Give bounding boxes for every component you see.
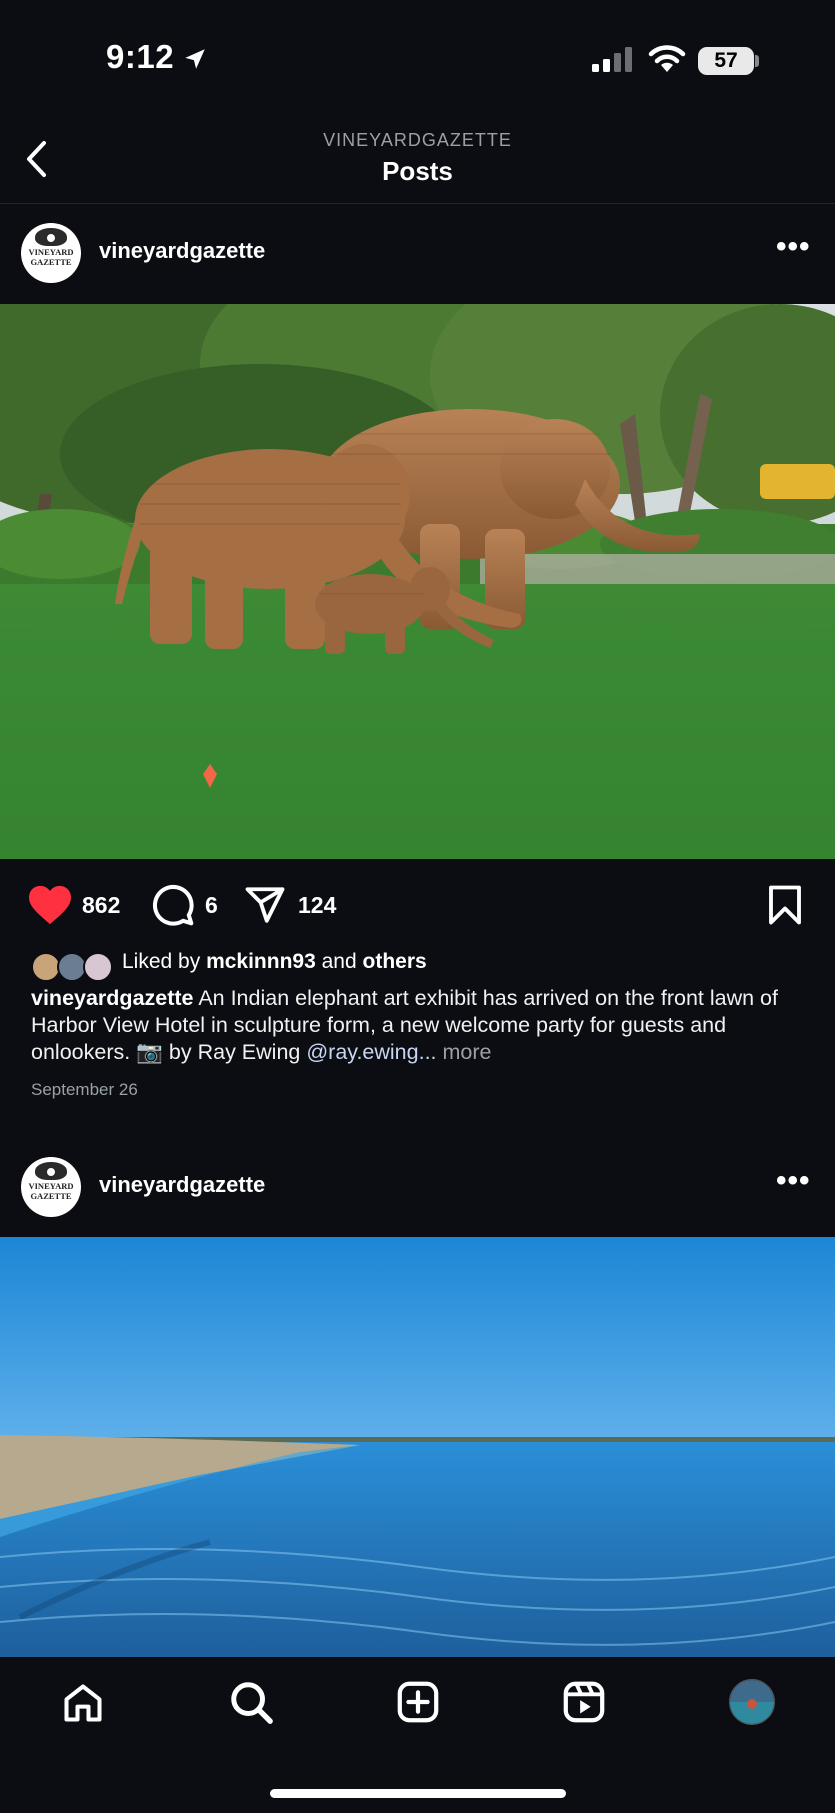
status-time: 9:12 — [106, 38, 175, 75]
caption-more-link[interactable]: more — [443, 1040, 492, 1064]
battery-tip — [755, 55, 759, 67]
elephant-sculptures-photo — [0, 304, 835, 859]
post-date: September 26 — [31, 1080, 138, 1099]
paper-plane-icon[interactable] — [244, 884, 286, 926]
caption-mention-link[interactable]: @ray.ewing — [306, 1040, 418, 1064]
post-more-icon[interactable]: ••• — [776, 1164, 811, 1198]
liked-by-text: Liked by mckinnn93 and others — [122, 950, 427, 974]
profile-avatar-image — [730, 1680, 774, 1724]
bookmark-icon[interactable] — [767, 884, 803, 926]
header-divider — [0, 203, 835, 204]
liker-avatar — [83, 952, 113, 982]
cellular-signal-icon — [592, 47, 632, 72]
avatar-emblem-center — [45, 1166, 57, 1178]
post-username[interactable]: vineyardgazette — [99, 1172, 265, 1198]
post-photo[interactable] — [0, 1237, 835, 1657]
post-username[interactable]: vineyardgazette — [99, 238, 265, 264]
avatar-logo-text: VINEYARD GAZETTE — [21, 1181, 81, 1201]
header-account-name: VINEYARDGAZETTE — [323, 130, 512, 150]
post-caption: vineyardgazette An Indian elephant art e… — [31, 985, 811, 1066]
liked-by-and: and — [321, 950, 357, 973]
avatar-logo-line1: VINEYARD — [28, 247, 74, 257]
create-post-icon[interactable] — [395, 1679, 441, 1725]
post-more-icon[interactable]: ••• — [776, 230, 811, 264]
location-arrow-icon — [185, 49, 205, 69]
avatar-logo-line2: GAZETTE — [30, 1191, 72, 1201]
heart-icon[interactable] — [27, 884, 73, 926]
shares-count[interactable]: 124 — [298, 892, 336, 919]
avatar-logo-line2: GAZETTE — [30, 257, 72, 267]
liked-by-others-link[interactable]: others — [363, 950, 427, 973]
page-title: Posts — [382, 156, 453, 186]
likes-count[interactable]: 862 — [82, 892, 120, 919]
reels-icon[interactable] — [561, 1679, 607, 1725]
post-author-avatar[interactable]: VINEYARD GAZETTE — [21, 1157, 81, 1217]
search-icon[interactable] — [228, 1679, 274, 1725]
liked-by-prefix: Liked by — [122, 950, 201, 973]
beach-shoreline-photo — [0, 1237, 835, 1657]
caption-ellipsis: ... — [418, 1040, 437, 1064]
liked-by-user-link[interactable]: mckinnn93 — [206, 950, 316, 973]
avatar-logo-text: VINEYARD GAZETTE — [21, 247, 81, 267]
caption-username[interactable]: vineyardgazette — [31, 986, 194, 1010]
comments-count[interactable]: 6 — [205, 892, 218, 919]
wifi-icon — [648, 45, 686, 72]
avatar-emblem-center — [45, 232, 57, 244]
home-indicator — [270, 1789, 566, 1798]
profile-avatar[interactable] — [729, 1679, 775, 1725]
home-icon[interactable] — [60, 1681, 106, 1725]
post-photo[interactable] — [0, 304, 835, 859]
post-author-avatar[interactable]: VINEYARD GAZETTE — [21, 223, 81, 283]
comment-icon[interactable] — [151, 883, 195, 927]
avatar-logo-line1: VINEYARD — [28, 1181, 74, 1191]
battery-indicator: 57 — [698, 47, 754, 75]
